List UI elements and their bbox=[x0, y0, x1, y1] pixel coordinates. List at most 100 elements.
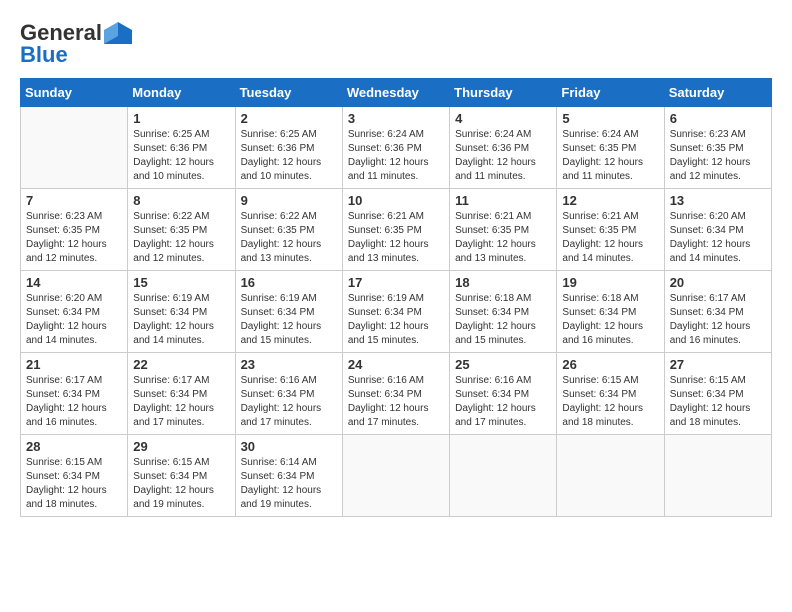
calendar-header-row: SundayMondayTuesdayWednesdayThursdayFrid… bbox=[21, 79, 772, 107]
calendar-week-row: 1 Sunrise: 6:25 AMSunset: 6:36 PMDayligh… bbox=[21, 107, 772, 189]
day-header: Tuesday bbox=[235, 79, 342, 107]
calendar-cell: 19 Sunrise: 6:18 AMSunset: 6:34 PMDaylig… bbox=[557, 271, 664, 353]
day-number: 9 bbox=[241, 193, 337, 208]
cell-info: Sunrise: 6:25 AMSunset: 6:36 PMDaylight:… bbox=[241, 128, 337, 184]
day-header: Sunday bbox=[21, 79, 128, 107]
calendar-cell: 25 Sunrise: 6:16 AMSunset: 6:34 PMDaylig… bbox=[450, 353, 557, 435]
cell-info: Sunrise: 6:16 AMSunset: 6:34 PMDaylight:… bbox=[348, 374, 444, 430]
day-number: 11 bbox=[455, 193, 551, 208]
calendar-cell bbox=[342, 435, 449, 517]
cell-info: Sunrise: 6:18 AMSunset: 6:34 PMDaylight:… bbox=[455, 292, 551, 348]
calendar-cell: 28 Sunrise: 6:15 AMSunset: 6:34 PMDaylig… bbox=[21, 435, 128, 517]
cell-info: Sunrise: 6:25 AMSunset: 6:36 PMDaylight:… bbox=[133, 128, 229, 184]
calendar-cell: 4 Sunrise: 6:24 AMSunset: 6:36 PMDayligh… bbox=[450, 107, 557, 189]
day-header: Friday bbox=[557, 79, 664, 107]
day-number: 5 bbox=[562, 111, 658, 126]
day-number: 27 bbox=[670, 357, 766, 372]
calendar-cell: 30 Sunrise: 6:14 AMSunset: 6:34 PMDaylig… bbox=[235, 435, 342, 517]
cell-info: Sunrise: 6:15 AMSunset: 6:34 PMDaylight:… bbox=[562, 374, 658, 430]
calendar-cell bbox=[450, 435, 557, 517]
day-number: 18 bbox=[455, 275, 551, 290]
calendar-cell: 14 Sunrise: 6:20 AMSunset: 6:34 PMDaylig… bbox=[21, 271, 128, 353]
cell-info: Sunrise: 6:23 AMSunset: 6:35 PMDaylight:… bbox=[670, 128, 766, 184]
calendar-cell: 17 Sunrise: 6:19 AMSunset: 6:34 PMDaylig… bbox=[342, 271, 449, 353]
cell-info: Sunrise: 6:20 AMSunset: 6:34 PMDaylight:… bbox=[670, 210, 766, 266]
day-number: 20 bbox=[670, 275, 766, 290]
logo: General Blue bbox=[20, 20, 132, 68]
cell-info: Sunrise: 6:15 AMSunset: 6:34 PMDaylight:… bbox=[26, 456, 122, 512]
day-header: Wednesday bbox=[342, 79, 449, 107]
day-header: Saturday bbox=[664, 79, 771, 107]
cell-info: Sunrise: 6:20 AMSunset: 6:34 PMDaylight:… bbox=[26, 292, 122, 348]
calendar-cell: 24 Sunrise: 6:16 AMSunset: 6:34 PMDaylig… bbox=[342, 353, 449, 435]
day-number: 1 bbox=[133, 111, 229, 126]
calendar-cell: 7 Sunrise: 6:23 AMSunset: 6:35 PMDayligh… bbox=[21, 189, 128, 271]
logo-icon bbox=[104, 22, 132, 44]
page-header: General Blue bbox=[20, 20, 772, 68]
day-number: 4 bbox=[455, 111, 551, 126]
calendar-cell: 6 Sunrise: 6:23 AMSunset: 6:35 PMDayligh… bbox=[664, 107, 771, 189]
cell-info: Sunrise: 6:22 AMSunset: 6:35 PMDaylight:… bbox=[133, 210, 229, 266]
day-number: 29 bbox=[133, 439, 229, 454]
cell-info: Sunrise: 6:19 AMSunset: 6:34 PMDaylight:… bbox=[133, 292, 229, 348]
calendar-cell: 13 Sunrise: 6:20 AMSunset: 6:34 PMDaylig… bbox=[664, 189, 771, 271]
calendar-week-row: 28 Sunrise: 6:15 AMSunset: 6:34 PMDaylig… bbox=[21, 435, 772, 517]
day-number: 7 bbox=[26, 193, 122, 208]
cell-info: Sunrise: 6:16 AMSunset: 6:34 PMDaylight:… bbox=[455, 374, 551, 430]
cell-info: Sunrise: 6:22 AMSunset: 6:35 PMDaylight:… bbox=[241, 210, 337, 266]
cell-info: Sunrise: 6:23 AMSunset: 6:35 PMDaylight:… bbox=[26, 210, 122, 266]
calendar-cell: 27 Sunrise: 6:15 AMSunset: 6:34 PMDaylig… bbox=[664, 353, 771, 435]
cell-info: Sunrise: 6:18 AMSunset: 6:34 PMDaylight:… bbox=[562, 292, 658, 348]
cell-info: Sunrise: 6:14 AMSunset: 6:34 PMDaylight:… bbox=[241, 456, 337, 512]
calendar-cell bbox=[664, 435, 771, 517]
day-number: 6 bbox=[670, 111, 766, 126]
day-number: 26 bbox=[562, 357, 658, 372]
day-header: Thursday bbox=[450, 79, 557, 107]
cell-info: Sunrise: 6:21 AMSunset: 6:35 PMDaylight:… bbox=[562, 210, 658, 266]
cell-info: Sunrise: 6:15 AMSunset: 6:34 PMDaylight:… bbox=[670, 374, 766, 430]
calendar-cell bbox=[557, 435, 664, 517]
day-number: 22 bbox=[133, 357, 229, 372]
day-number: 15 bbox=[133, 275, 229, 290]
calendar-cell: 5 Sunrise: 6:24 AMSunset: 6:35 PMDayligh… bbox=[557, 107, 664, 189]
day-number: 12 bbox=[562, 193, 658, 208]
calendar-cell: 1 Sunrise: 6:25 AMSunset: 6:36 PMDayligh… bbox=[128, 107, 235, 189]
cell-info: Sunrise: 6:24 AMSunset: 6:36 PMDaylight:… bbox=[348, 128, 444, 184]
day-number: 28 bbox=[26, 439, 122, 454]
day-number: 19 bbox=[562, 275, 658, 290]
calendar-cell: 11 Sunrise: 6:21 AMSunset: 6:35 PMDaylig… bbox=[450, 189, 557, 271]
calendar-cell: 2 Sunrise: 6:25 AMSunset: 6:36 PMDayligh… bbox=[235, 107, 342, 189]
calendar-week-row: 21 Sunrise: 6:17 AMSunset: 6:34 PMDaylig… bbox=[21, 353, 772, 435]
cell-info: Sunrise: 6:21 AMSunset: 6:35 PMDaylight:… bbox=[455, 210, 551, 266]
cell-info: Sunrise: 6:16 AMSunset: 6:34 PMDaylight:… bbox=[241, 374, 337, 430]
calendar-cell: 3 Sunrise: 6:24 AMSunset: 6:36 PMDayligh… bbox=[342, 107, 449, 189]
cell-info: Sunrise: 6:17 AMSunset: 6:34 PMDaylight:… bbox=[133, 374, 229, 430]
day-number: 2 bbox=[241, 111, 337, 126]
day-number: 24 bbox=[348, 357, 444, 372]
day-number: 17 bbox=[348, 275, 444, 290]
cell-info: Sunrise: 6:19 AMSunset: 6:34 PMDaylight:… bbox=[348, 292, 444, 348]
calendar-cell bbox=[21, 107, 128, 189]
calendar-cell: 16 Sunrise: 6:19 AMSunset: 6:34 PMDaylig… bbox=[235, 271, 342, 353]
calendar-cell: 18 Sunrise: 6:18 AMSunset: 6:34 PMDaylig… bbox=[450, 271, 557, 353]
calendar-cell: 10 Sunrise: 6:21 AMSunset: 6:35 PMDaylig… bbox=[342, 189, 449, 271]
day-number: 13 bbox=[670, 193, 766, 208]
day-header: Monday bbox=[128, 79, 235, 107]
day-number: 23 bbox=[241, 357, 337, 372]
day-number: 25 bbox=[455, 357, 551, 372]
calendar-cell: 8 Sunrise: 6:22 AMSunset: 6:35 PMDayligh… bbox=[128, 189, 235, 271]
cell-info: Sunrise: 6:24 AMSunset: 6:35 PMDaylight:… bbox=[562, 128, 658, 184]
logo-blue: Blue bbox=[20, 42, 68, 68]
calendar-cell: 21 Sunrise: 6:17 AMSunset: 6:34 PMDaylig… bbox=[21, 353, 128, 435]
day-number: 14 bbox=[26, 275, 122, 290]
calendar-cell: 15 Sunrise: 6:19 AMSunset: 6:34 PMDaylig… bbox=[128, 271, 235, 353]
day-number: 10 bbox=[348, 193, 444, 208]
calendar-week-row: 7 Sunrise: 6:23 AMSunset: 6:35 PMDayligh… bbox=[21, 189, 772, 271]
calendar-cell: 23 Sunrise: 6:16 AMSunset: 6:34 PMDaylig… bbox=[235, 353, 342, 435]
calendar-cell: 26 Sunrise: 6:15 AMSunset: 6:34 PMDaylig… bbox=[557, 353, 664, 435]
day-number: 3 bbox=[348, 111, 444, 126]
calendar-cell: 12 Sunrise: 6:21 AMSunset: 6:35 PMDaylig… bbox=[557, 189, 664, 271]
day-number: 21 bbox=[26, 357, 122, 372]
calendar-cell: 29 Sunrise: 6:15 AMSunset: 6:34 PMDaylig… bbox=[128, 435, 235, 517]
day-number: 16 bbox=[241, 275, 337, 290]
